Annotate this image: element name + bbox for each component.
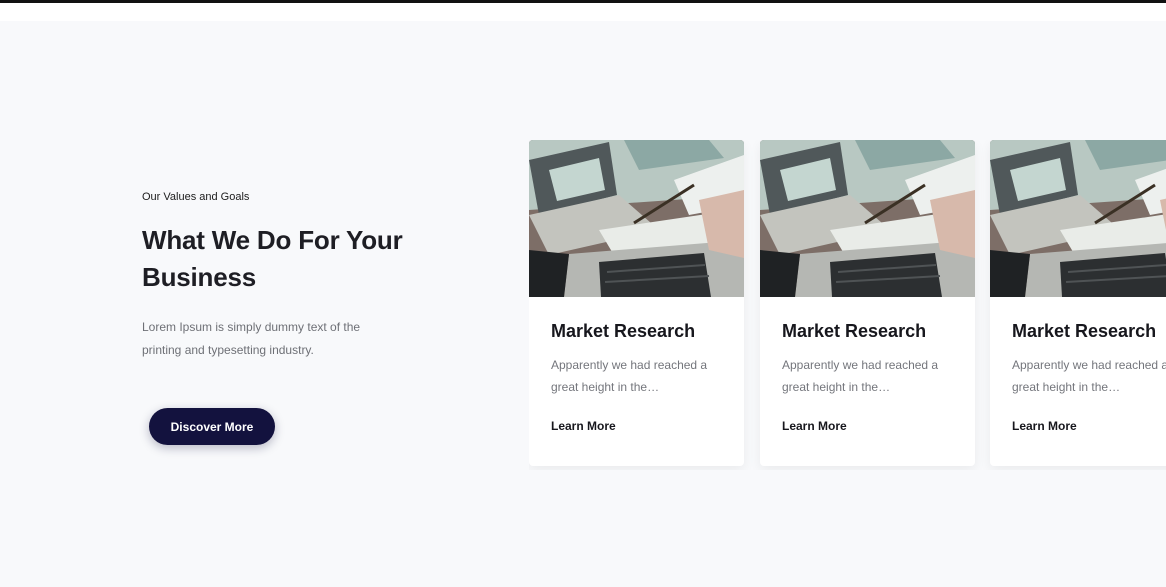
service-card[interactable]: Market Research Apparently we had reache… <box>990 140 1166 466</box>
service-card[interactable]: Market Research Apparently we had reache… <box>529 140 744 466</box>
learn-more-link[interactable]: Learn More <box>1012 419 1077 433</box>
laptop-desk-photo-icon <box>760 140 975 297</box>
services-section: Our Values and Goals What We Do For Your… <box>0 21 1166 587</box>
service-card-image <box>760 140 975 297</box>
header-border <box>0 0 1166 3</box>
service-card-image <box>529 140 744 297</box>
discover-more-button[interactable]: Discover More <box>149 408 275 445</box>
card-title: Market Research <box>1012 321 1157 341</box>
learn-more-link[interactable]: Learn More <box>782 419 847 433</box>
card-description: Apparently we had reached a great height… <box>1012 358 1166 394</box>
learn-more-link[interactable]: Learn More <box>551 419 616 433</box>
service-card-image <box>990 140 1166 297</box>
service-cards-carousel[interactable]: Market Research Apparently we had reache… <box>529 140 1166 470</box>
section-eyebrow: Our Values and Goals <box>142 191 250 203</box>
laptop-desk-photo-icon <box>529 140 744 297</box>
card-title: Market Research <box>551 321 696 341</box>
section-headline: What We Do For Your Business <box>142 225 403 292</box>
header-strip <box>0 0 1166 21</box>
service-card[interactable]: Market Research Apparently we had reache… <box>760 140 975 466</box>
card-title: Market Research <box>782 321 927 341</box>
section-intro: Our Values and Goals What We Do For Your… <box>142 190 442 362</box>
card-description: Apparently we had reached a great height… <box>551 358 708 394</box>
card-description: Apparently we had reached a great height… <box>782 358 939 394</box>
laptop-desk-photo-icon <box>990 140 1166 297</box>
section-description: Lorem Ipsum is simply dummy text of the … <box>142 320 361 357</box>
